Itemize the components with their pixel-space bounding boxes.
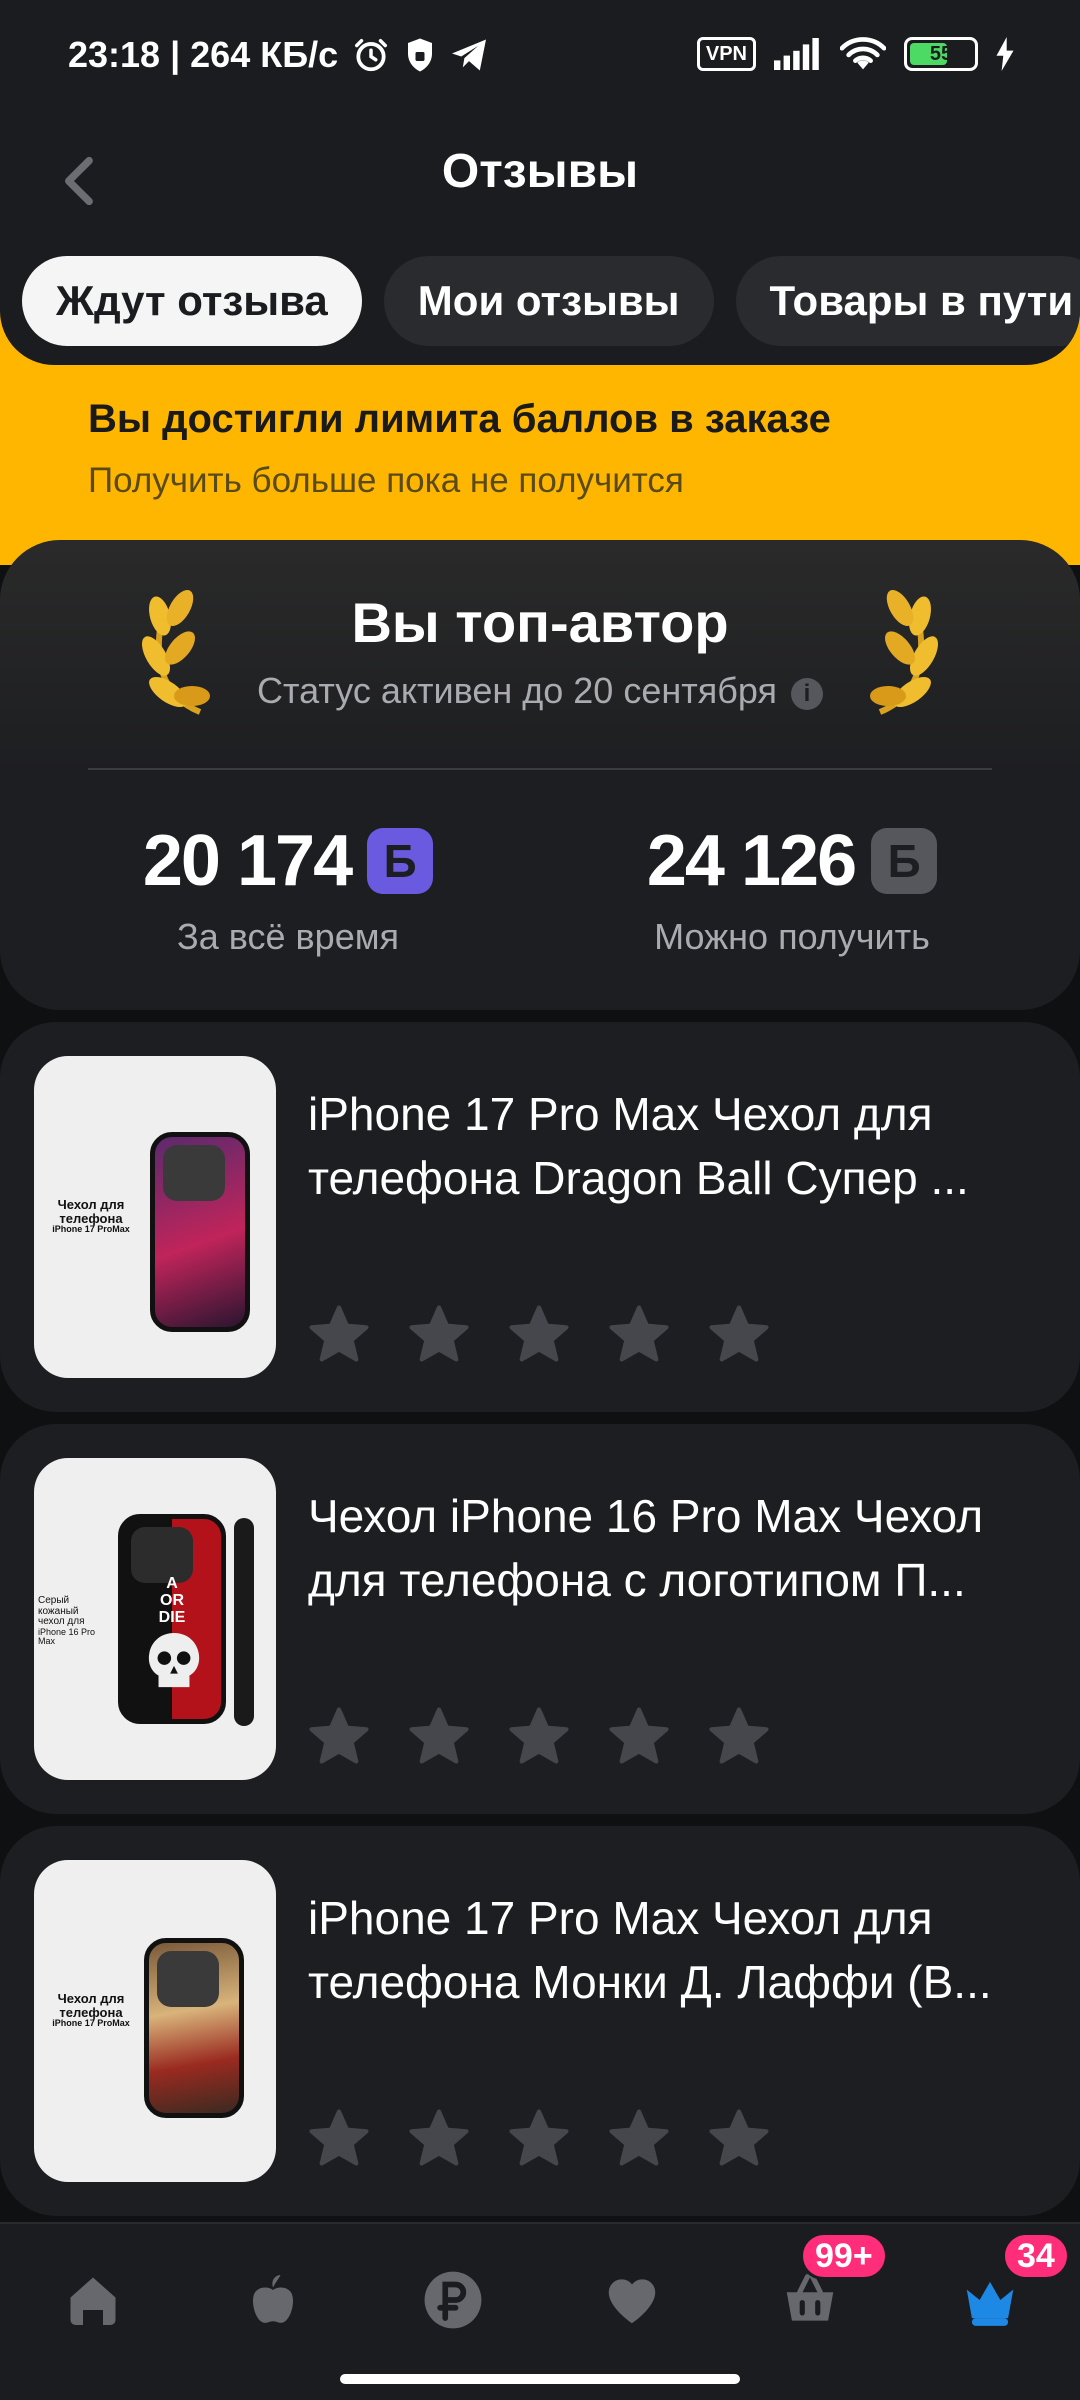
image-caption: Чехол для телефона iPhone 17 ProMax: [52, 1197, 130, 1235]
tab-my-reviews[interactable]: Мои отзывы: [383, 256, 714, 346]
product-image[interactable]: Серый кожаный чехол для iPhone 16 Pro Ma…: [34, 1458, 276, 1780]
top-author-title: Вы топ-автор: [351, 591, 729, 654]
star-icon[interactable]: [306, 1302, 372, 1368]
page-title: Отзывы: [441, 145, 639, 198]
info-icon[interactable]: i: [790, 678, 823, 710]
divider: [88, 768, 992, 770]
product-image[interactable]: Чехол для телефона iPhone 17 ProMax: [34, 1860, 276, 2182]
image-caption: Чехол для телефона iPhone 17 ProMax: [52, 1991, 130, 2029]
home-indicator[interactable]: [340, 2374, 740, 2384]
star-icon[interactable]: [306, 2106, 372, 2172]
nav-catalog[interactable]: [233, 2260, 313, 2340]
rating-stars: [306, 1704, 772, 1770]
product-title[interactable]: Чехол iPhone 16 Pro Max Чехол для телефо…: [308, 1484, 1048, 1612]
wifi-icon: [840, 36, 886, 72]
profile-badge: 34: [1002, 2232, 1070, 2280]
star-icon[interactable]: [506, 1302, 572, 1368]
product-card[interactable]: Серый кожаный чехол для iPhone 16 Pro Ma…: [0, 1424, 1080, 1814]
top-author-status: Статус активен до 20 сентября i: [0, 670, 1080, 712]
cart-badge: 99+: [800, 2232, 888, 2280]
tab-awaiting-review[interactable]: Ждут отзыва: [22, 256, 362, 346]
tab-items-in-transit[interactable]: Товары в пути: [735, 256, 1080, 346]
star-icon[interactable]: [506, 2106, 572, 2172]
points-coin-icon: Б: [367, 828, 434, 894]
stat-all-time: 20 174 Б За всё время: [108, 820, 468, 958]
product-title[interactable]: iPhone 17 Pro Max Чехол для телефона Мон…: [308, 1886, 1048, 2014]
case-image: [144, 1938, 244, 2118]
star-icon[interactable]: [706, 1302, 772, 1368]
case-image: [150, 1132, 250, 1332]
battery-level: 55: [929, 42, 953, 65]
case-side-view: [234, 1518, 254, 1726]
banner-subtitle: Получить больше пока не получится: [88, 461, 684, 500]
tabs-section: Ждут отзыва Мои отзывы Товары в пути: [0, 240, 1080, 365]
stat-available-value: 24 126: [646, 821, 857, 901]
status-bar: 23:18 | 264 КБ/с VPN 55: [0, 0, 1080, 120]
rating-stars: [306, 2106, 772, 2172]
stat-all-time-label: За всё время: [177, 916, 399, 957]
banner-title: Вы достигли лимита баллов в заказе: [88, 397, 831, 441]
star-icon[interactable]: [606, 2106, 672, 2172]
bottom-navigation: 99+ 34: [0, 2222, 1080, 2400]
nav-finance[interactable]: [413, 2260, 493, 2340]
stat-all-time-value: 20 174: [142, 821, 353, 901]
shield-icon: [404, 37, 436, 73]
top-author-card: Вы топ-автор Статус активен до 20 сентяб…: [0, 540, 1080, 1010]
rating-stars: [306, 1302, 772, 1368]
camera-block: [163, 1145, 225, 1201]
stat-available: 24 126 Б Можно получить: [612, 820, 972, 958]
home-icon: [70, 2277, 116, 2325]
star-icon[interactable]: [706, 1704, 772, 1770]
product-card[interactable]: Чехол для телефона iPhone 17 ProMax iPho…: [0, 1826, 1080, 2216]
status-bar-left: 23:18 | 264 КБ/с: [68, 34, 488, 76]
tab-bar: Ждут отзыва Мои отзывы Товары в пути: [22, 256, 1080, 346]
tabs-background: Ждут отзыва Мои отзывы Товары в пути: [0, 240, 1080, 365]
vpn-indicator: VPN: [696, 37, 756, 71]
star-icon[interactable]: [606, 1704, 672, 1770]
star-icon[interactable]: [306, 1704, 372, 1770]
case-image: A OR DIE: [118, 1514, 226, 1724]
skull-icon: [148, 1633, 200, 1688]
product-title[interactable]: iPhone 17 Pro Max Чехол для телефона Dra…: [308, 1082, 1048, 1210]
time-speed-text: 23:18 | 264 КБ/с: [68, 34, 339, 75]
stat-available-label: Можно получить: [654, 916, 930, 957]
star-icon[interactable]: [706, 2106, 772, 2172]
charging-icon: [996, 37, 1014, 71]
star-icon[interactable]: [406, 2106, 472, 2172]
product-card[interactable]: Чехол для телефона iPhone 17 ProMax iPho…: [0, 1022, 1080, 1412]
telegram-icon: [450, 38, 488, 72]
apple-icon: [252, 2275, 294, 2323]
nav-home[interactable]: [53, 2260, 133, 2340]
app-header: Отзывы: [0, 120, 1080, 240]
star-icon[interactable]: [506, 1704, 572, 1770]
ruble-icon: [424, 2271, 482, 2329]
signal-icon: [774, 38, 822, 70]
crown-icon: [966, 2281, 1014, 2326]
image-caption: Серый кожаный чехол для iPhone 16 Pro Ma…: [38, 1595, 96, 1646]
product-image[interactable]: Чехол для телефона iPhone 17 ProMax: [34, 1056, 276, 1378]
star-icon[interactable]: [606, 1302, 672, 1368]
heart-icon: [608, 2279, 656, 2324]
battery-icon: 55: [904, 37, 978, 71]
star-icon[interactable]: [406, 1302, 472, 1368]
camera-block: [157, 1951, 219, 2007]
case-print-text: A OR DIE: [158, 1575, 186, 1626]
star-icon[interactable]: [406, 1704, 472, 1770]
status-text: Статус активен до 20 сентября: [257, 670, 777, 711]
limit-banner: Вы достигли лимита баллов в заказе Получ…: [0, 365, 1080, 565]
status-bar-right: VPN 55: [696, 36, 1014, 72]
alarm-icon: [352, 36, 390, 74]
nav-favorites[interactable]: [592, 2260, 672, 2340]
points-coin-icon: Б: [871, 828, 938, 894]
